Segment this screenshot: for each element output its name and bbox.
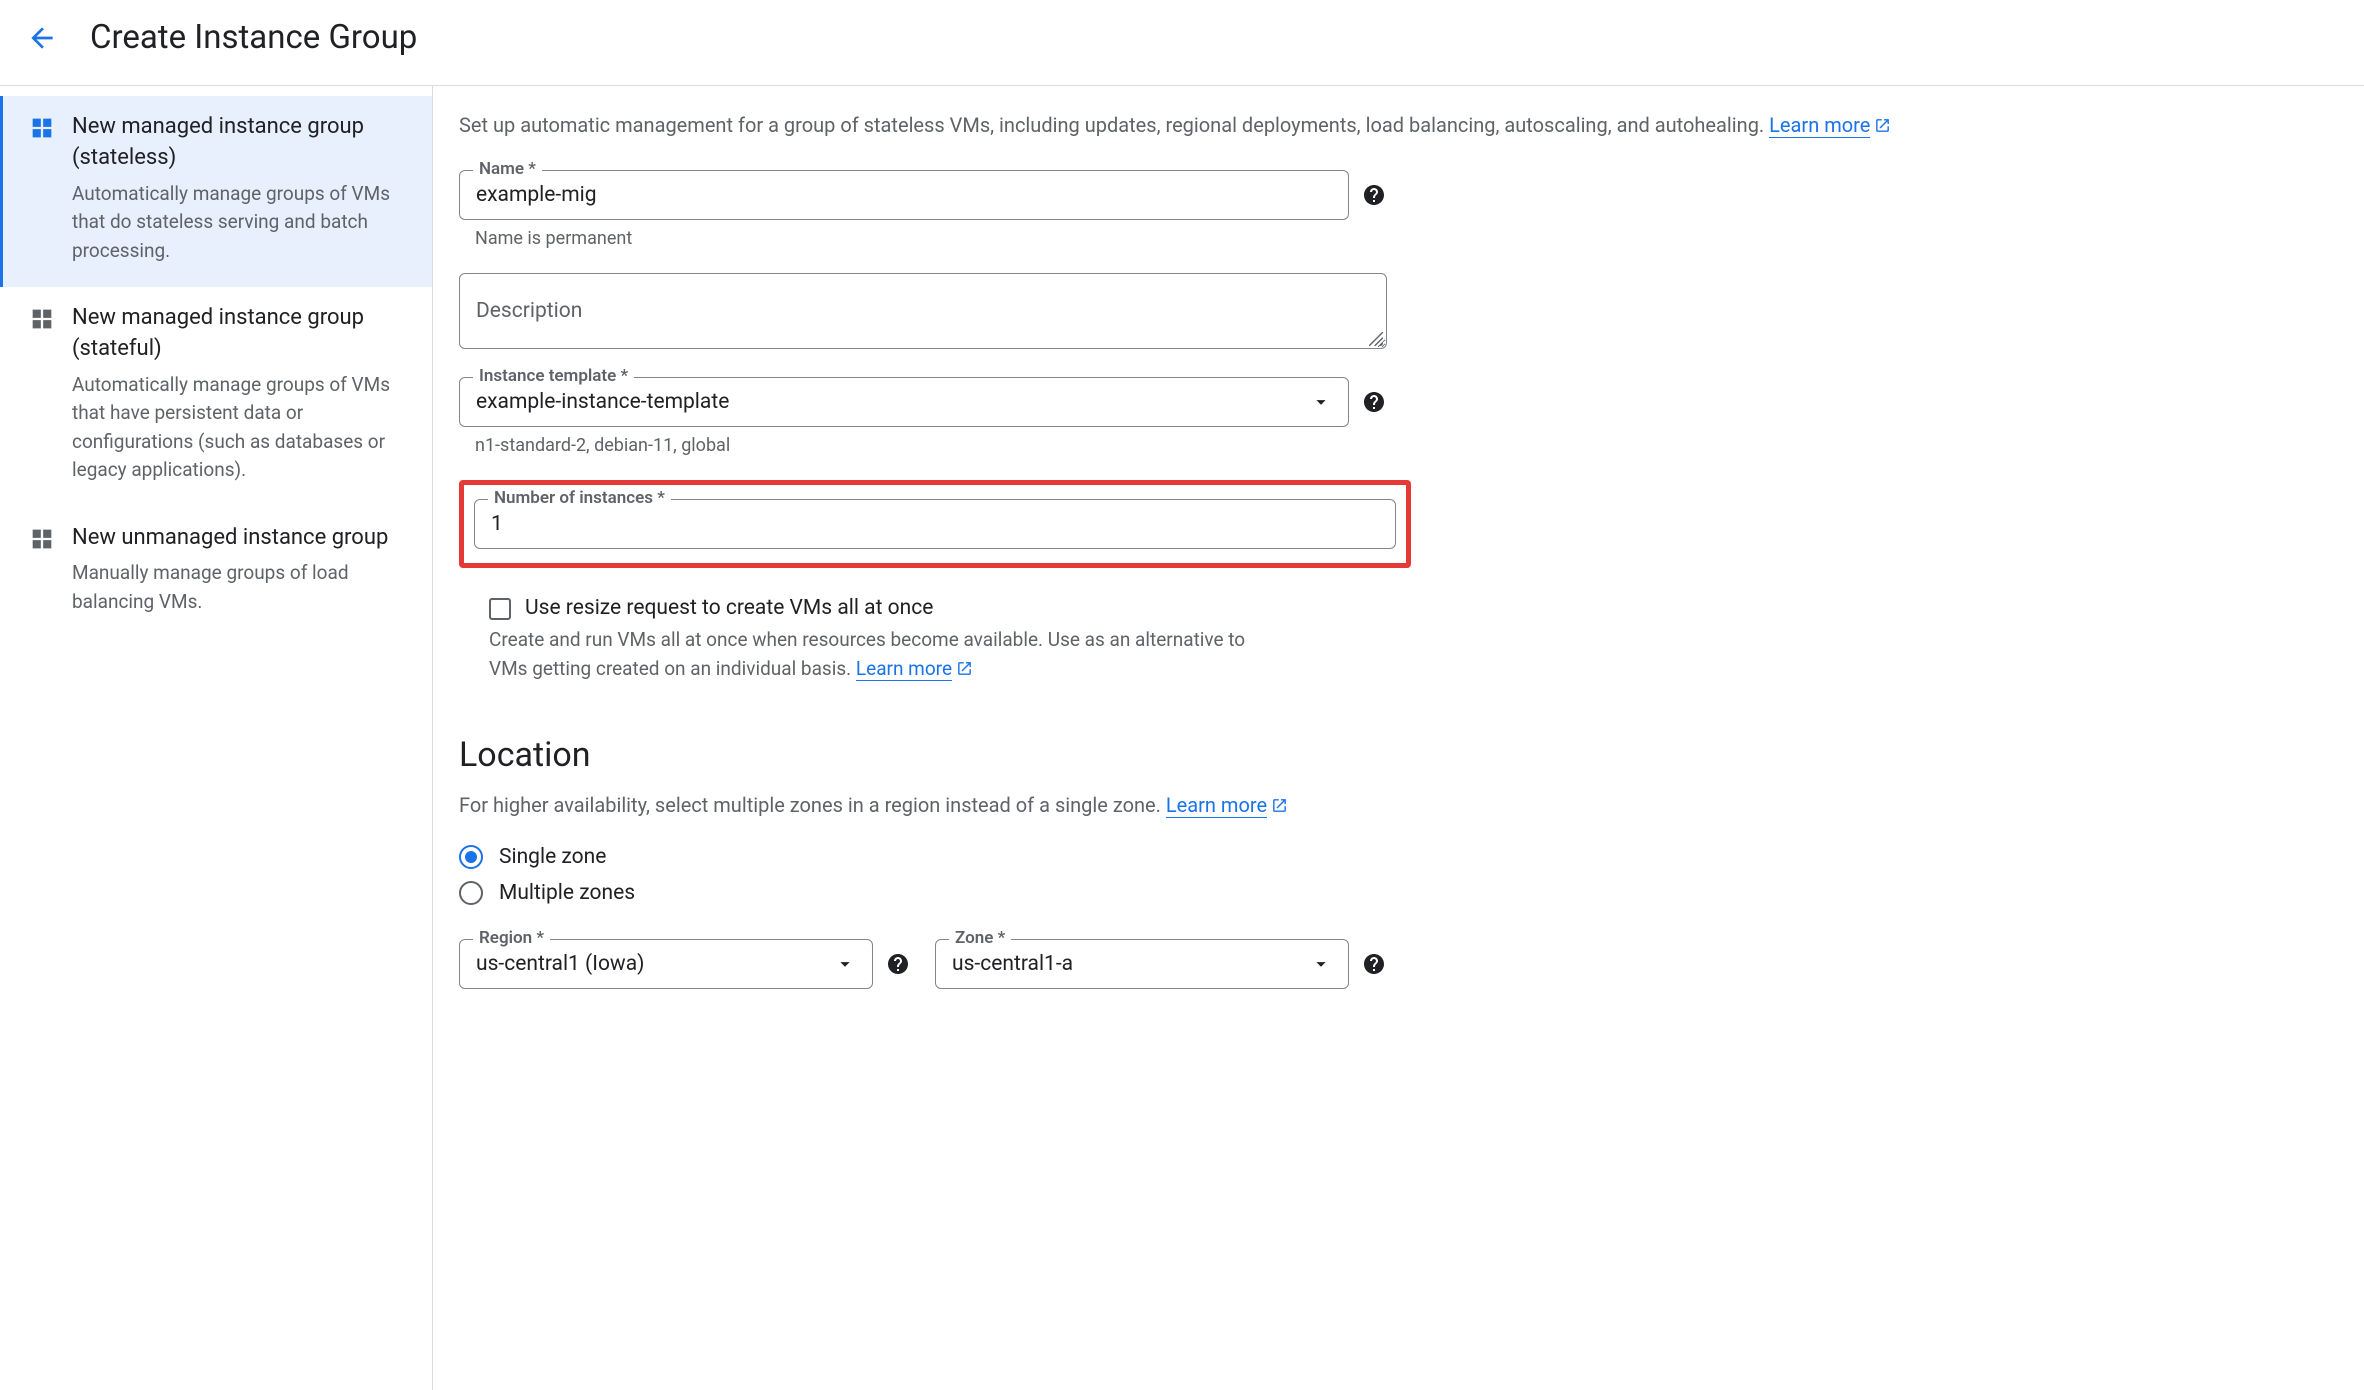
location-section-title: Location xyxy=(459,735,2338,775)
instance-template-help-button[interactable] xyxy=(1361,389,1387,415)
instance-group-icon xyxy=(26,112,58,144)
resize-request-label: Use resize request to create VMs all at … xyxy=(525,596,933,620)
location-section-desc: For higher availability, select multiple… xyxy=(459,793,2338,819)
radio-single-zone[interactable]: Single zone xyxy=(459,845,2338,869)
num-instances-value: 1 xyxy=(491,512,503,536)
radio-single-label: Single zone xyxy=(499,845,606,869)
page-title: Create Instance Group xyxy=(90,18,417,57)
instance-group-icon xyxy=(26,303,58,335)
sidebar-item-desc: Automatically manage groups of VMs that … xyxy=(72,180,416,266)
help-icon xyxy=(1362,390,1386,414)
zone-label: Zone * xyxy=(949,928,1011,948)
resize-learn-more-link[interactable]: Learn more xyxy=(856,657,952,681)
region-label: Region * xyxy=(473,928,550,948)
external-link-icon xyxy=(1874,112,1891,142)
name-field-label: Name * xyxy=(473,159,542,179)
back-button[interactable] xyxy=(24,20,60,56)
name-input[interactable]: example-mig xyxy=(459,170,1349,220)
help-icon xyxy=(1362,952,1386,976)
chevron-down-icon xyxy=(1310,953,1332,975)
name-value: example-mig xyxy=(476,183,597,207)
number-of-instances-highlight: Number of instances * 1 xyxy=(459,480,1411,568)
description-input[interactable]: Description xyxy=(459,273,1387,349)
instance-template-label: Instance template * xyxy=(473,366,634,386)
chevron-down-icon xyxy=(1310,391,1332,413)
help-icon xyxy=(886,952,910,976)
sidebar-item-unmanaged[interactable]: New unmanaged instance group Manually ma… xyxy=(0,507,432,639)
num-instances-label: Number of instances * xyxy=(488,488,671,508)
radio-icon xyxy=(459,845,483,869)
zone-help-button[interactable] xyxy=(1361,951,1387,977)
resize-handle-icon[interactable] xyxy=(1369,331,1383,345)
location-learn-more-link[interactable]: Learn more xyxy=(1166,793,1267,818)
intro-text-content: Set up automatic management for a group … xyxy=(459,113,1769,137)
sidebar-item-title: New managed instance group (stateless) xyxy=(72,112,416,174)
zone-value: us-central1-a xyxy=(952,952,1073,976)
sidebar-item-title: New managed instance group (stateful) xyxy=(72,303,416,365)
sidebar-item-stateless[interactable]: New managed instance group (stateless) A… xyxy=(0,96,432,287)
sidebar: New managed instance group (stateless) A… xyxy=(0,86,433,1390)
description-placeholder: Description xyxy=(476,299,582,323)
resize-request-desc: Create and run VMs all at once when reso… xyxy=(489,626,1279,685)
intro-text: Set up automatic management for a group … xyxy=(459,110,2338,142)
name-help-button[interactable] xyxy=(1361,182,1387,208)
sidebar-item-desc: Automatically manage groups of VMs that … xyxy=(72,371,416,485)
resize-request-checkbox[interactable] xyxy=(489,598,511,620)
sidebar-item-title: New unmanaged instance group xyxy=(72,523,416,554)
radio-icon xyxy=(459,881,483,905)
chevron-down-icon xyxy=(834,953,856,975)
help-icon xyxy=(1362,183,1386,207)
sidebar-item-stateful[interactable]: New managed instance group (stateful) Au… xyxy=(0,287,432,507)
instance-group-icon xyxy=(26,523,58,555)
region-help-button[interactable] xyxy=(885,951,911,977)
external-link-icon xyxy=(1271,795,1288,819)
region-value: us-central1 (Iowa) xyxy=(476,952,644,976)
sidebar-item-desc: Manually manage groups of load balancing… xyxy=(72,559,416,616)
instance-template-helper: n1-standard-2, debian-11, global xyxy=(475,435,2338,456)
external-link-icon xyxy=(956,657,973,686)
radio-multiple-zones[interactable]: Multiple zones xyxy=(459,881,2338,905)
main-content: Set up automatic management for a group … xyxy=(433,86,2364,1390)
radio-multiple-label: Multiple zones xyxy=(499,881,635,905)
instance-template-value: example-instance-template xyxy=(476,390,729,414)
arrow-left-icon xyxy=(26,22,58,54)
name-helper-text: Name is permanent xyxy=(475,228,2338,249)
intro-learn-more-link[interactable]: Learn more xyxy=(1769,113,1870,138)
